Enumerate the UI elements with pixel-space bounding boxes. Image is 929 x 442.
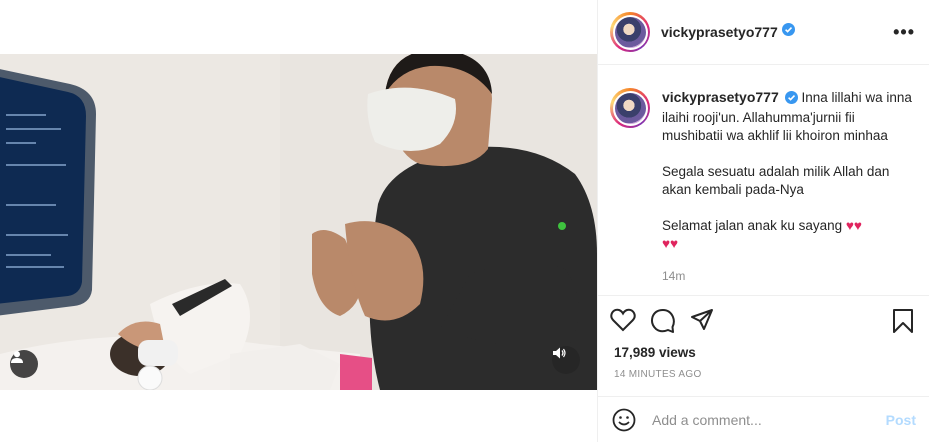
comment-icon[interactable]	[650, 308, 676, 339]
bookmark-icon[interactable]	[892, 308, 914, 339]
more-options-icon[interactable]: •••	[893, 22, 915, 43]
caption-area: vickyprasetyo777 Inna lillahi wa inna il…	[598, 66, 929, 296]
caption-time[interactable]: 14m	[662, 267, 916, 285]
share-icon[interactable]	[690, 308, 714, 337]
user-tag-icon	[11, 351, 23, 363]
media-area	[0, 0, 597, 442]
caption-avatar[interactable]	[610, 88, 650, 128]
caption-username[interactable]: vickyprasetyo777	[662, 89, 779, 105]
speaker-icon	[553, 347, 566, 359]
action-bar	[610, 308, 918, 336]
comment-bar: Post	[598, 396, 929, 442]
caption-line-3: Selamat jalan anak ku sayang	[662, 218, 843, 233]
heart-icon[interactable]	[610, 308, 636, 337]
avatar[interactable]	[610, 12, 650, 52]
post-comment-button[interactable]: Post	[886, 412, 916, 428]
emoji-icon[interactable]	[612, 408, 636, 437]
tag-user-button[interactable]	[10, 350, 38, 378]
post-side-panel: vickyprasetyo777 ••• vickyprasetyo777 In…	[597, 0, 929, 442]
post-video[interactable]	[0, 54, 597, 390]
heart-emoji: ♥♥	[845, 218, 862, 233]
heart-emoji: ♥♥	[662, 236, 679, 251]
header-username[interactable]: vickyprasetyo777	[661, 24, 778, 40]
caption-text: vickyprasetyo777 Inna lillahi wa inna il…	[662, 88, 916, 285]
view-count[interactable]: 17,989 views	[614, 345, 696, 360]
post-timestamp: 14 MINUTES AGO	[614, 369, 702, 380]
post-header: vickyprasetyo777 •••	[598, 0, 929, 65]
comment-input[interactable]	[652, 409, 872, 431]
video-frame	[0, 54, 597, 390]
verified-badge-icon	[781, 23, 795, 41]
sound-toggle-button[interactable]	[552, 346, 580, 374]
verified-badge-icon	[784, 91, 798, 109]
caption-line-2: Segala sesuatu adalah milik Allah dan ak…	[662, 164, 890, 197]
